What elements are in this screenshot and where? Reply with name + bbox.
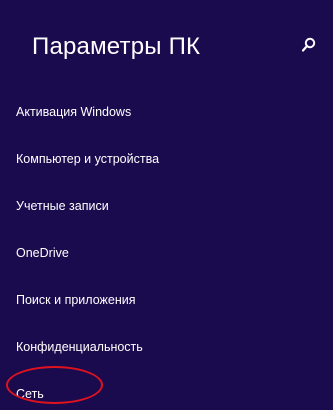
nav-item-label: Активация Windows [16, 105, 132, 119]
nav-item-pc-and-devices[interactable]: Компьютер и устройства [0, 140, 333, 178]
nav-item-privacy[interactable]: Конфиденциальность [0, 328, 333, 366]
nav-item-windows-activation[interactable]: Активация Windows [0, 93, 333, 131]
nav-item-label: Компьютер и устройства [16, 152, 160, 166]
nav-item-search-and-apps[interactable]: Поиск и приложения [0, 281, 333, 319]
search-icon [301, 37, 316, 52]
page-title: Параметры ПК [32, 33, 201, 60]
pane-header: Параметры ПК [32, 30, 319, 70]
nav-item-accounts[interactable]: Учетные записи [0, 187, 333, 225]
search-button[interactable] [297, 34, 319, 56]
nav-item-network[interactable]: Сеть [0, 375, 333, 413]
nav-item-label: Поиск и приложения [16, 293, 136, 307]
nav-item-onedrive[interactable]: OneDrive [0, 234, 333, 272]
nav-item-label: Конфиденциальность [16, 340, 143, 354]
nav-item-label: Учетные записи [16, 199, 109, 213]
settings-pane: Параметры ПК Активация Windows Компьютер… [0, 0, 333, 410]
nav-item-label: OneDrive [16, 246, 69, 260]
nav-item-label: Сеть [16, 387, 44, 401]
